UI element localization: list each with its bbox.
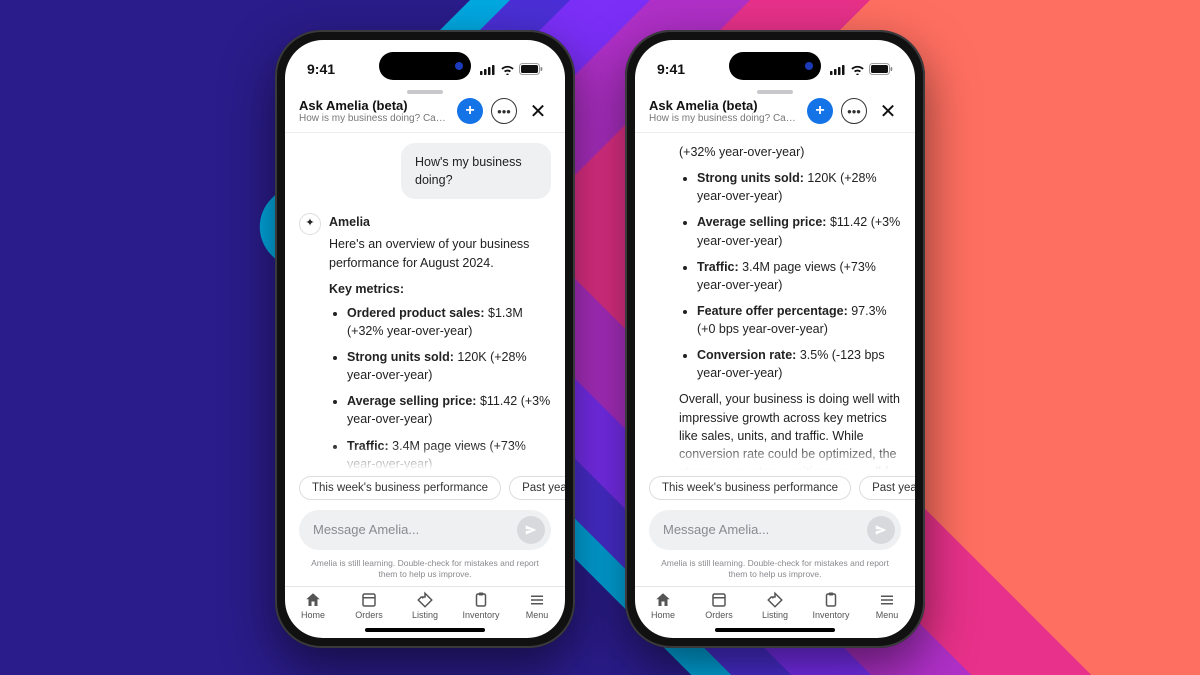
home-icon [654, 591, 672, 609]
assistant-message: Amelia Here's an overview of your busine… [329, 213, 551, 470]
metric-item: Traffic: 3.4M page views (+73% year-over… [697, 258, 901, 294]
user-message: How's my business doing? [401, 143, 551, 199]
suggestion-chip[interactable]: This week's business performance [649, 476, 851, 500]
new-chat-button[interactable]: + [457, 98, 483, 124]
disclaimer-text: Amelia is still learning. Double-check f… [635, 554, 915, 586]
disclaimer-text: Amelia is still learning. Double-check f… [285, 554, 565, 586]
tab-inventory[interactable]: Inventory [453, 591, 509, 620]
metric-item: Strong units sold: 120K (+28% year-over-… [347, 348, 551, 384]
composer-placeholder: Message Amelia... [313, 522, 517, 537]
suggestion-chip[interactable]: Past year's bu [509, 476, 565, 500]
clipboard-icon [472, 591, 490, 609]
sheet-subtitle: How is my business doing? Can you… [299, 113, 449, 124]
metric-item: Average selling price: $11.42 (+3% year-… [697, 213, 901, 249]
cellular-icon [480, 64, 496, 75]
metric-item: Feature offer percentage: 97.3% (+0 bps … [697, 302, 901, 338]
dynamic-island [729, 52, 821, 80]
assistant-message: Strong units sold: 120K (+28% year-over-… [679, 169, 901, 470]
sheet-title: Ask Amelia (beta) [649, 98, 799, 113]
send-icon [874, 523, 888, 537]
clipboard-icon [822, 591, 840, 609]
tab-listing[interactable]: Listing [397, 591, 453, 620]
status-indicators [830, 63, 893, 75]
key-metrics-heading: Key metrics: [329, 280, 551, 298]
sheet-header: Ask Amelia (beta) How is my business doi… [285, 98, 565, 133]
tab-home[interactable]: Home [285, 591, 341, 620]
send-icon [524, 523, 538, 537]
sheet-title: Ask Amelia (beta) [299, 98, 449, 113]
sheet-header: Ask Amelia (beta) How is my business doi… [635, 98, 915, 133]
close-button[interactable]: ✕ [525, 98, 551, 124]
assistant-intro: Here's an overview of your business perf… [329, 235, 551, 271]
tag-icon [416, 591, 434, 609]
phone-mockups-stage: 9:41 Ask Amelia (beta) How is my busines… [0, 0, 1200, 675]
assistant-name: Amelia [329, 213, 551, 231]
tab-orders[interactable]: Orders [691, 591, 747, 620]
suggestion-chip[interactable]: This week's business performance [299, 476, 501, 500]
sheet-grabber[interactable] [407, 90, 443, 94]
dynamic-island [379, 52, 471, 80]
composer: Message Amelia... [285, 506, 565, 554]
close-button[interactable]: ✕ [875, 98, 901, 124]
suggestion-chips: This week's business performance Past ye… [635, 470, 915, 506]
amelia-avatar-icon: ✦ [299, 213, 321, 235]
orders-icon [360, 591, 378, 609]
send-button[interactable] [867, 516, 895, 544]
metric-item: Conversion rate: 3.5% (-123 bps year-ove… [697, 346, 901, 382]
status-indicators [480, 63, 543, 75]
new-chat-button[interactable]: + [807, 98, 833, 124]
status-time: 9:41 [307, 61, 335, 77]
tag-icon [766, 591, 784, 609]
composer: Message Amelia... [635, 506, 915, 554]
home-icon [304, 591, 322, 609]
metric-item: Strong units sold: 120K (+28% year-over-… [697, 169, 901, 205]
tab-menu[interactable]: Menu [509, 591, 565, 620]
battery-icon [519, 63, 543, 75]
chat-scroll[interactable]: How's my business doing? ✦ Amelia Here's… [285, 133, 565, 470]
status-time: 9:41 [657, 61, 685, 77]
message-input[interactable]: Message Amelia... [299, 510, 551, 550]
cellular-icon [830, 64, 846, 75]
tab-bar: Home Orders Listing Inventory Menu [285, 586, 565, 626]
suggestion-chips: This week's business performance Past ye… [285, 470, 565, 506]
orders-icon [710, 591, 728, 609]
tab-listing[interactable]: Listing [747, 591, 803, 620]
composer-placeholder: Message Amelia... [663, 522, 867, 537]
tab-bar: Home Orders Listing Inventory Menu [635, 586, 915, 626]
chat-scroll[interactable]: (+32% year-over-year) ✦ Strong units sol… [635, 133, 915, 470]
wifi-icon [850, 64, 865, 75]
battery-icon [869, 63, 893, 75]
phone-left: 9:41 Ask Amelia (beta) How is my busines… [275, 30, 575, 648]
suggestion-chip[interactable]: Past year's bu [859, 476, 915, 500]
tab-inventory[interactable]: Inventory [803, 591, 859, 620]
more-options-button[interactable]: ••• [491, 98, 517, 124]
wifi-icon [500, 64, 515, 75]
tab-orders[interactable]: Orders [341, 591, 397, 620]
tab-home[interactable]: Home [635, 591, 691, 620]
home-indicator[interactable] [365, 628, 485, 632]
menu-icon [878, 591, 896, 609]
tab-menu[interactable]: Menu [859, 591, 915, 620]
sheet-grabber[interactable] [757, 90, 793, 94]
home-indicator[interactable] [715, 628, 835, 632]
more-options-button[interactable]: ••• [841, 98, 867, 124]
metric-item: Average selling price: $11.42 (+3% year-… [347, 392, 551, 428]
sheet-subtitle: How is my business doing? Can you… [649, 113, 799, 124]
menu-icon [528, 591, 546, 609]
metrics-list: Strong units sold: 120K (+28% year-over-… [679, 169, 901, 382]
send-button[interactable] [517, 516, 545, 544]
message-input[interactable]: Message Amelia... [649, 510, 901, 550]
metric-partial-top: (+32% year-over-year) [649, 143, 901, 161]
metric-item: Ordered product sales: $1.3M (+32% year-… [347, 304, 551, 340]
phone-right: 9:41 Ask Amelia (beta) How is my busines… [625, 30, 925, 648]
